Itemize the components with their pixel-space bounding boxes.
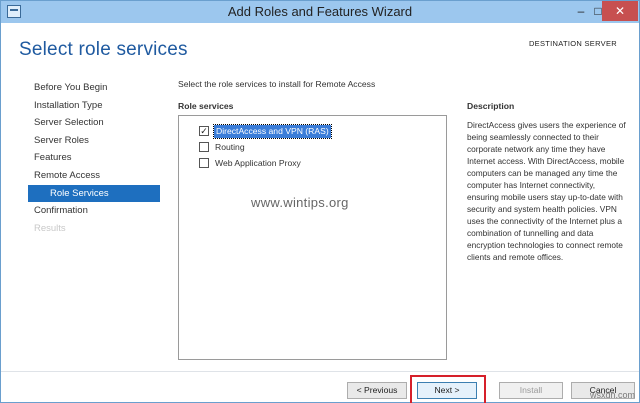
instruction-text: Select the role services to install for … — [178, 79, 376, 89]
page-title: Select role services — [19, 39, 188, 60]
role-service-label: Routing — [215, 142, 245, 152]
nav-item-server-roles[interactable]: Server Roles — [28, 132, 160, 150]
corner-watermark: wsxdn.com — [589, 390, 635, 400]
title-bar[interactable]: Add Roles and Features Wizard – □ ✕ — [1, 1, 639, 23]
wizard-window: Add Roles and Features Wizard – □ ✕ Sele… — [0, 0, 640, 403]
nav-item-role-services[interactable]: Role Services — [28, 184, 160, 203]
nav-item-confirmation[interactable]: Confirmation — [28, 202, 160, 220]
description-heading: Description — [467, 101, 515, 111]
next-button-highlight — [410, 375, 486, 403]
nav-item-results: Results — [34, 222, 66, 234]
nav-item-remote-access[interactable]: Remote Access — [28, 167, 160, 185]
watermark-text: www.wintips.org — [251, 195, 349, 210]
description-text: DirectAccess gives users the experience … — [467, 120, 626, 262]
role-service-label: DirectAccess and VPN (RAS) — [213, 124, 332, 139]
role-service-label: Web Application Proxy — [215, 158, 301, 168]
destination-server-label: DESTINATION SERVER — [528, 39, 617, 48]
install-button: Install — [499, 382, 563, 399]
checkbox-routing[interactable] — [199, 142, 209, 152]
checkbox-directaccess-vpn[interactable]: ✓ — [199, 126, 209, 136]
window-title: Add Roles and Features Wizard — [227, 4, 413, 19]
wizard-nav: Before You Begin Installation Type Serve… — [28, 79, 160, 237]
nav-item-before-you-begin[interactable]: Before You Begin — [28, 79, 160, 97]
role-services-heading: Role services — [178, 101, 234, 111]
checkbox-web-application-proxy[interactable] — [199, 158, 209, 168]
footer-divider — [1, 371, 639, 372]
previous-button[interactable]: < Previous — [347, 382, 407, 399]
close-button[interactable]: ✕ — [602, 1, 638, 21]
nav-item-features[interactable]: Features — [28, 149, 160, 167]
nav-item-server-selection[interactable]: Server Selection — [28, 114, 160, 132]
nav-item-installation-type[interactable]: Installation Type — [28, 97, 160, 115]
role-services-list[interactable]: ✓ DirectAccess and VPN (RAS) Routing Web… — [178, 115, 447, 360]
